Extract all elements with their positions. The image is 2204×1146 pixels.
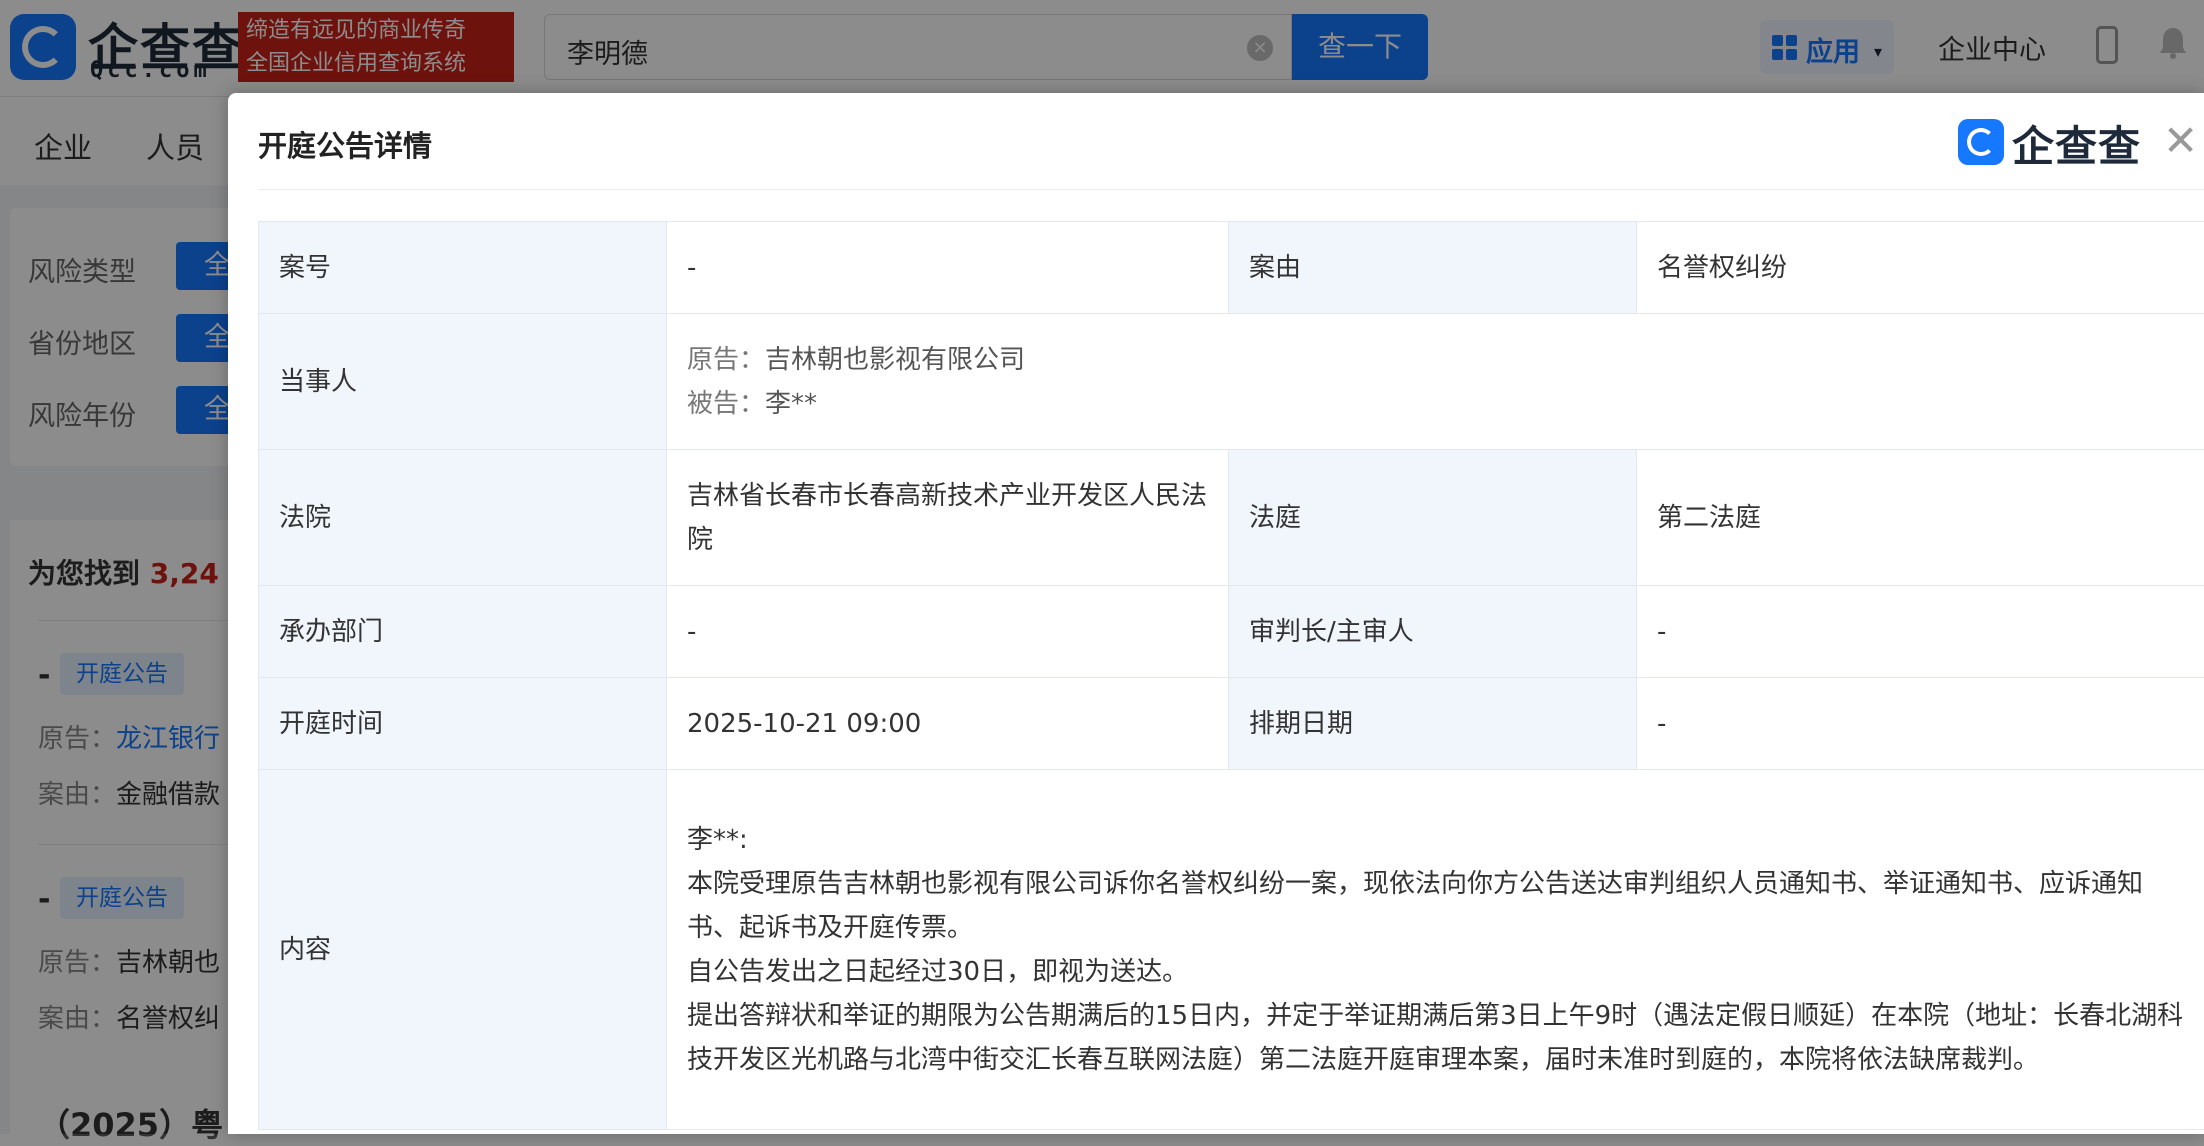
table-row: 当事人 原告：吉林朝也影视有限公司 被告：李** [259,314,2204,450]
cause-label: 案由 [1229,222,1637,314]
plaintiff-row: 原告：吉林朝也影视有限公司 [687,338,2184,382]
department-value: - [667,586,1229,678]
tribunal-label: 法庭 [1229,450,1637,586]
content-line: 提出答辩状和举证的期限为公告期满后的15日内，并定于举证期满后第3日上午9时（遇… [687,994,2184,1082]
table-row: 内容 李**: 本院受理原告吉林朝也影视有限公司诉你名誉权纠纷一案，现依法向你方… [259,770,2204,1130]
parties-label: 当事人 [259,314,667,450]
hearing-time-value: 2025-10-21 09:00 [667,678,1229,770]
parties-value: 原告：吉林朝也影视有限公司 被告：李** [667,314,2204,450]
detail-table: 案号 - 案由 名誉权纠纷 当事人 原告：吉林朝也影视有限公司 被告：李** 法… [258,221,2204,1130]
cause-value: 名誉权纠纷 [1637,222,2204,314]
hearing-notice-detail-modal: 开庭公告详情 企查查 ✕ 案号 - 案由 名誉权纠纷 当事人 原告：吉林朝也影视… [228,93,2204,1134]
tribunal-value: 第二法庭 [1637,450,2204,586]
brand-text: 企查查 [2012,113,2141,174]
content-line: 李**: [687,818,2184,862]
defendant-value: 李** [765,389,817,419]
content-line: 本院受理原告吉林朝也影视有限公司诉你名誉权纠纷一案，现依法向你方公告送达审判组织… [687,862,2184,950]
hearing-time-label: 开庭时间 [259,678,667,770]
plaintiff-label: 原告： [687,345,765,375]
defendant-row: 被告：李** [687,382,2184,426]
qcc-logo-icon [1958,119,2004,165]
defendant-label: 被告： [687,389,765,419]
court-value: 吉林省长春市长春高新技术产业开发区人民法院 [667,450,1229,586]
table-row: 承办部门 - 审判长/主审人 - [259,586,2204,678]
judge-value: - [1637,586,2204,678]
department-label: 承办部门 [259,586,667,678]
content-label: 内容 [259,770,667,1130]
case-no-value: - [667,222,1229,314]
modal-divider [258,189,2204,190]
judge-label: 审判长/主审人 [1229,586,1637,678]
court-label: 法院 [259,450,667,586]
content-value: 李**: 本院受理原告吉林朝也影视有限公司诉你名誉权纠纷一案，现依法向你方公告送… [667,770,2204,1130]
table-row: 法院 吉林省长春市长春高新技术产业开发区人民法院 法庭 第二法庭 [259,450,2204,586]
schedule-date-label: 排期日期 [1229,678,1637,770]
table-row: 开庭时间 2025-10-21 09:00 排期日期 - [259,678,2204,770]
plaintiff-value: 吉林朝也影视有限公司 [765,345,1025,375]
close-icon[interactable]: ✕ [2163,119,2198,163]
schedule-date-value: - [1637,678,2204,770]
content-line: 自公告发出之日起经过30日，即视为送达。 [687,950,2184,994]
case-no-label: 案号 [259,222,667,314]
modal-title: 开庭公告详情 [258,123,432,165]
table-row: 案号 - 案由 名誉权纠纷 [259,222,2204,314]
